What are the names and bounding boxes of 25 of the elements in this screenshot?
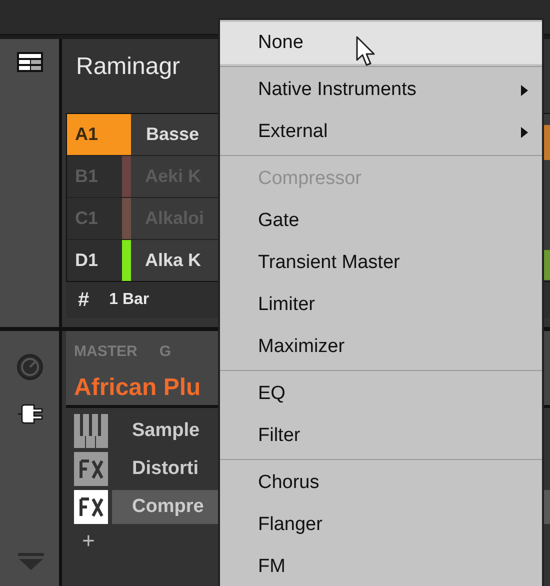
pattern-name: Basse <box>145 124 200 145</box>
menu-item[interactable]: Maximizer <box>220 326 542 368</box>
menu-item[interactable]: Chorus <box>220 462 542 504</box>
pattern-length[interactable]: 1 Bar <box>109 291 150 309</box>
pattern-label: D1 <box>67 240 122 281</box>
fx-icon[interactable] <box>74 490 108 524</box>
sound-title: African Plu <box>74 374 201 402</box>
menu-item[interactable]: External <box>220 111 542 153</box>
pattern-label: A1 <box>67 114 131 155</box>
menu-item[interactable]: EQ <box>220 373 542 415</box>
add-plugin-button[interactable]: + <box>74 528 95 554</box>
menu-item[interactable]: None <box>220 22 542 64</box>
piano-keys-icon[interactable] <box>74 414 108 448</box>
layout-grid-icon[interactable] <box>16 52 42 72</box>
menu-item[interactable]: FM <box>220 546 542 586</box>
menu-item[interactable]: Filter <box>220 415 542 457</box>
group-title: Raminagr <box>76 53 180 81</box>
grid-icon[interactable]: # <box>78 288 90 312</box>
menu-item[interactable]: Flanger <box>220 504 542 546</box>
menu-item[interactable]: Gate <box>220 200 542 242</box>
pattern-name: Alka K <box>144 250 202 271</box>
menu-item[interactable]: Native Instruments <box>220 69 542 111</box>
menu-item[interactable]: Limiter <box>220 284 542 326</box>
menu-item[interactable]: Transient Master <box>220 242 542 284</box>
plug-icon[interactable] <box>16 403 44 425</box>
